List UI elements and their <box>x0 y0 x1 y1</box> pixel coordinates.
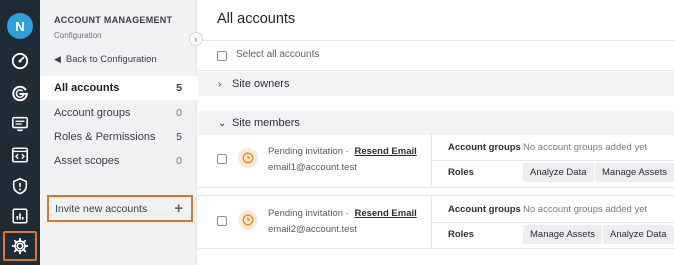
sidebar-item-all-accounts[interactable]: All accounts 5 <box>40 76 197 100</box>
sidebar-item-label: Account groups <box>54 107 131 119</box>
status-text: Pending invitation <box>268 146 343 157</box>
monitor-icon[interactable] <box>8 112 32 136</box>
code-window-icon[interactable] <box>8 143 32 167</box>
invite-label: Invite new accounts <box>55 202 148 215</box>
role-chip: Analyze Data <box>603 225 674 244</box>
member-email: email1@account.test <box>268 162 357 173</box>
account-groups-label: Account groups <box>448 204 521 215</box>
member-checkbox[interactable] <box>217 216 227 226</box>
gear-icon[interactable] <box>3 231 37 261</box>
account-groups-value: No account groups added yet <box>523 142 648 153</box>
account-management-sidebar: ACCOUNT MANAGEMENT Configuration ◀ Back … <box>40 0 197 265</box>
global-nav-rail: N <box>0 0 40 265</box>
sidebar-item-label: All accounts <box>54 82 120 94</box>
account-groups-label: Account groups <box>448 142 521 153</box>
section-site-members[interactable]: ⌄ Site members <box>198 111 674 135</box>
divider <box>198 40 674 41</box>
status-text: Pending invitation <box>268 208 343 219</box>
account-groups-value: No account groups added yet <box>523 204 648 215</box>
sidebar-item-roles-permissions[interactable]: Roles & Permissions 5 <box>40 125 197 149</box>
roles-label: Roles <box>448 167 474 178</box>
role-chip: Manage Assets <box>595 163 674 182</box>
sidebar-item-asset-scopes[interactable]: Asset scopes 0 <box>40 149 197 173</box>
sidebar-title: ACCOUNT MANAGEMENT <box>54 15 173 25</box>
g-logo-icon[interactable] <box>8 81 32 105</box>
resend-email-link[interactable]: Resend Email <box>354 208 416 219</box>
sidebar-item-count: 5 <box>176 82 182 94</box>
sidebar-item-label: Roles & Permissions <box>54 131 156 143</box>
select-all-checkbox[interactable] <box>217 51 227 61</box>
divider <box>198 248 674 249</box>
clock-icon <box>238 148 258 168</box>
chevron-left-icon: ‹ <box>194 34 198 44</box>
divider <box>198 70 674 71</box>
invite-new-accounts-button[interactable]: Invite new accounts + <box>47 195 193 222</box>
plus-icon: + <box>174 200 183 217</box>
status-separator: · <box>345 208 349 219</box>
roles-label: Roles <box>448 229 474 240</box>
member-checkbox[interactable] <box>217 154 227 164</box>
role-chip: Manage Assets <box>523 225 602 244</box>
bar-chart-icon[interactable] <box>8 204 32 228</box>
collapse-sidebar-button[interactable]: ‹ <box>189 32 203 46</box>
invitation-status: Pending invitation · Resend Email <box>268 146 417 157</box>
select-all-label: Select all accounts <box>236 49 320 60</box>
chevron-down-icon: ⌄ <box>218 117 227 129</box>
divider <box>198 187 674 188</box>
section-label: Site members <box>232 117 300 129</box>
sidebar-item-count: 0 <box>176 107 182 119</box>
divider <box>431 160 674 161</box>
speedometer-icon[interactable] <box>8 49 32 73</box>
sidebar-item-account-groups[interactable]: Account groups 0 <box>40 101 197 125</box>
divider <box>431 222 674 223</box>
sidebar-item-label: Asset scopes <box>54 155 120 167</box>
invitation-status: Pending invitation · Resend Email <box>268 208 417 219</box>
section-label: Site owners <box>232 78 290 90</box>
status-separator: · <box>345 146 349 157</box>
section-site-owners[interactable]: › Site owners <box>198 72 674 96</box>
role-chip: Analyze Data <box>523 163 594 182</box>
sidebar-item-count: 0 <box>176 155 182 167</box>
clock-icon <box>238 210 258 230</box>
back-to-configuration-link[interactable]: ◀ Back to Configuration <box>54 54 157 65</box>
chevron-left-icon: ◀ <box>54 54 61 64</box>
back-link-label: Back to Configuration <box>65 54 157 65</box>
sidebar-item-count: 5 <box>176 131 182 143</box>
main-content: All accounts Select all accounts › Site … <box>198 0 674 265</box>
avatar[interactable]: N <box>7 13 33 39</box>
shield-icon[interactable] <box>8 174 32 198</box>
member-row: Pending invitation · Resend Email email2… <box>198 196 674 248</box>
chevron-right-icon: › <box>218 78 222 90</box>
member-email: email2@account.test <box>268 224 357 235</box>
member-row: Pending invitation · Resend Email email1… <box>198 134 674 186</box>
resend-email-link[interactable]: Resend Email <box>354 146 416 157</box>
page-title: All accounts <box>217 11 296 27</box>
sidebar-caption: Configuration <box>54 31 102 40</box>
